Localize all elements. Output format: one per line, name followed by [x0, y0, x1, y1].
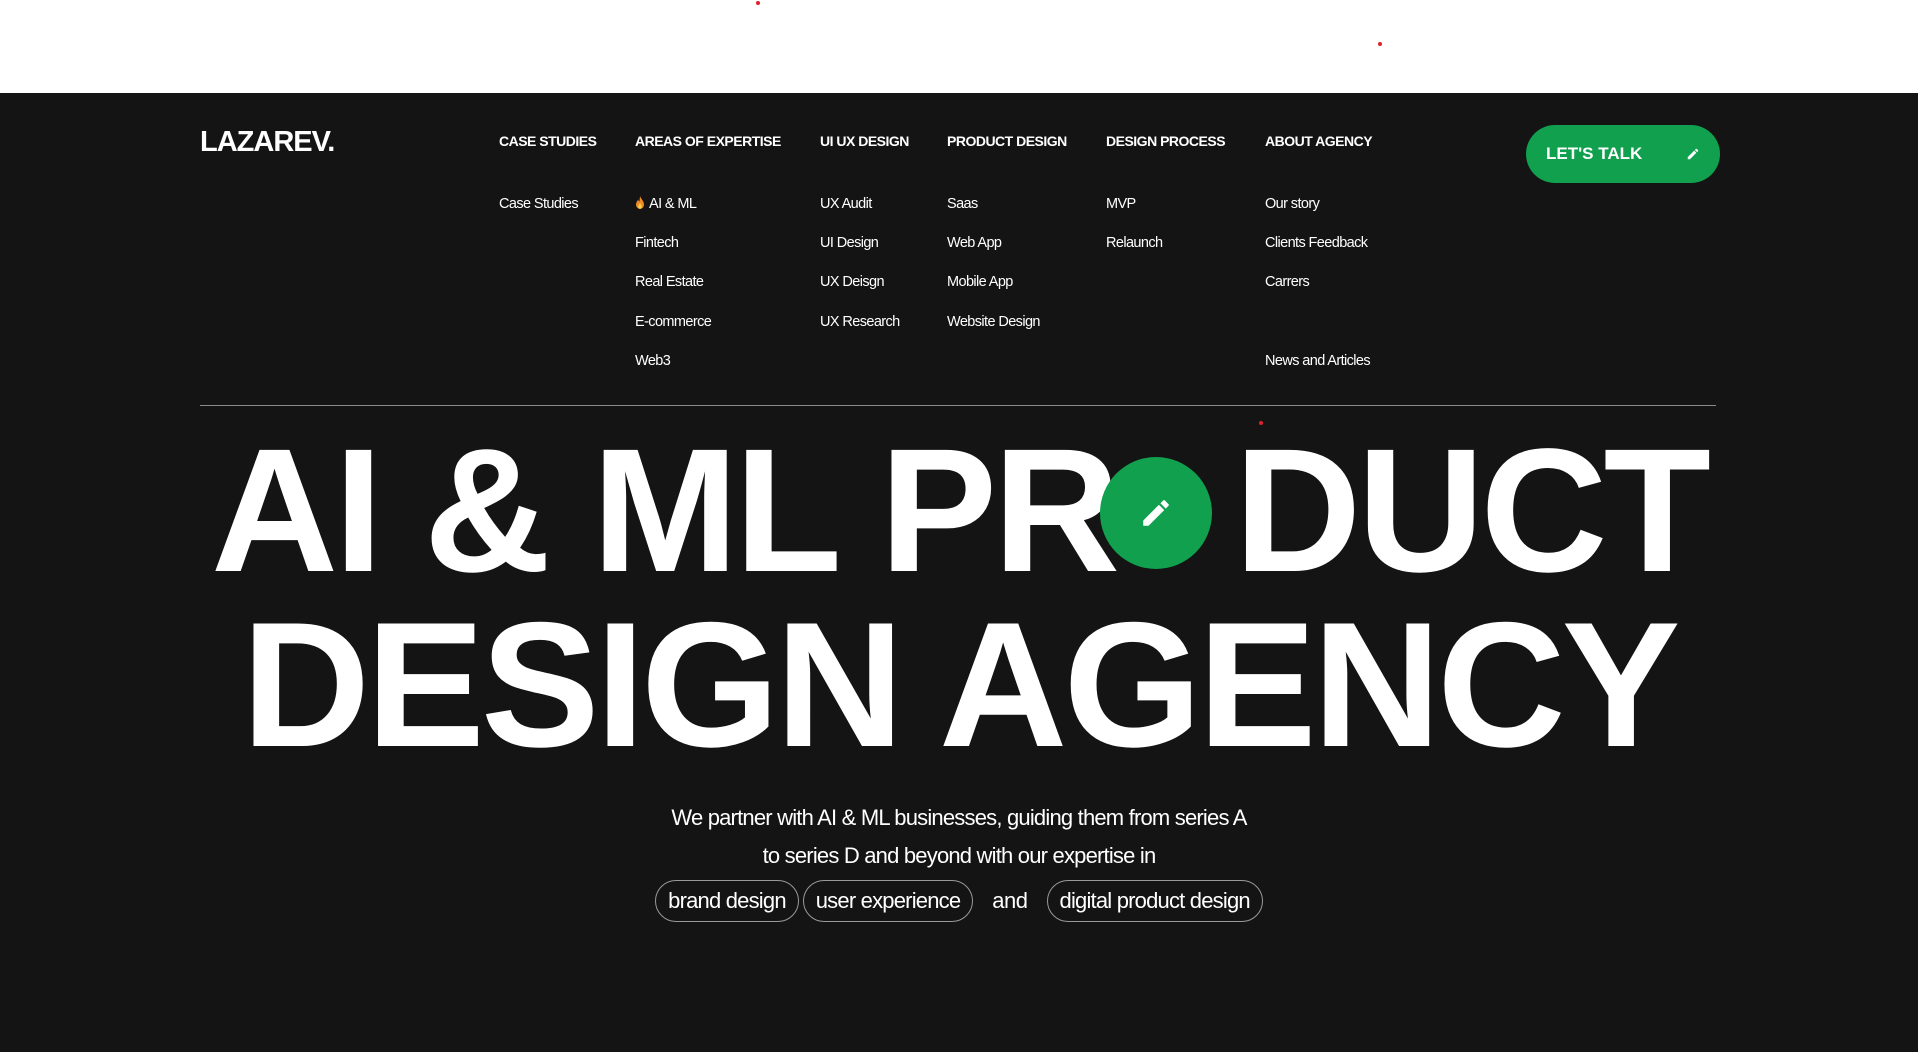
nav-link[interactable]: UI Design [820, 235, 879, 251]
nav-link[interactable]: Clients Feedback [1265, 235, 1368, 251]
nav-link[interactable]: Carrers [1265, 274, 1310, 290]
top-blank-area [0, 0, 1918, 93]
flame-icon [636, 196, 644, 209]
pencil-icon [1687, 148, 1699, 160]
hero-pencil-badge[interactable] [1100, 457, 1212, 569]
chip-user-experience[interactable]: user experience [802, 880, 974, 922]
hero-title-line-1: AI & ML PR DUCT [0, 423, 1918, 599]
lets-talk-button[interactable]: LET'S TALK [1526, 125, 1720, 183]
nav-link[interactable]: Relaunch [1106, 235, 1163, 251]
nav-column-areas-of-expertise: AREAS OF EXPERTISE AI & ML Fintech Real … [635, 133, 781, 369]
expertise-chips: brand design user experience and digital… [0, 880, 1918, 922]
nav-link[interactable]: News and Articles [1265, 353, 1371, 369]
nav-link[interactable]: Web3 [635, 353, 671, 369]
logo[interactable]: LAZAREV. [200, 126, 335, 159]
nav-heading-product-design[interactable]: PRODUCT DESIGN [947, 133, 1067, 149]
nav-link-ai-ml[interactable]: AI & ML [635, 196, 697, 212]
pencil-icon [1143, 500, 1169, 526]
nav-link[interactable]: MVP [1106, 196, 1136, 212]
nav-link[interactable]: UX Deisgn [820, 274, 885, 290]
nav-heading-ui-ux-design[interactable]: UI UX DESIGN [820, 133, 909, 149]
tagline-line-2: to series D and beyond with our expertis… [762, 843, 1157, 868]
nav-link[interactable]: Mobile App [947, 274, 1013, 290]
red-marker-dot [1378, 42, 1382, 46]
nav-heading-case-studies[interactable]: CASE STUDIES [499, 133, 597, 149]
hero-title-part: DUCT [1234, 413, 1711, 609]
hero-section: LAZAREV. CASE STUDIES Case Studies AREAS… [0, 93, 1918, 1052]
chip-digital-product-design[interactable]: digital product design [1046, 880, 1263, 922]
nav-divider [200, 405, 1716, 406]
nav-link-label: AI & ML [649, 196, 697, 212]
nav-link[interactable]: Real Estate [635, 274, 704, 290]
hero-title-line-2: DESIGN AGENCY [241, 585, 1681, 784]
nav-link[interactable]: UX Audit [820, 196, 872, 212]
tagline-line-1: We partner with AI & ML businesses, guid… [671, 805, 1247, 830]
nav-link[interactable]: Our story [1265, 196, 1320, 212]
nav-column-product-design: PRODUCT DESIGN Saas Web App Mobile App W… [947, 133, 1067, 330]
nav-column-ui-ux-design: UI UX DESIGN UX Audit UI Design UX Deisg… [820, 133, 909, 330]
nav-heading-areas-of-expertise[interactable]: AREAS OF EXPERTISE [635, 133, 781, 149]
red-marker-dot [756, 1, 760, 5]
nav-column-about-agency: ABOUT AGENCY Our story Clients Feedback … [1265, 133, 1373, 369]
nav-link[interactable]: UX Research [820, 314, 900, 330]
lets-talk-label: LET'S TALK [1546, 144, 1643, 163]
chip-connector: and [992, 888, 1028, 913]
nav-link[interactable]: Fintech [635, 235, 679, 251]
nav-link[interactable]: Saas [947, 196, 978, 212]
nav-column-case-studies: CASE STUDIES Case Studies [499, 133, 597, 212]
nav-column-design-process: DESIGN PROCESS MVP Relaunch [1106, 133, 1226, 251]
nav-link[interactable]: E-commerce [635, 314, 712, 330]
chip-brand-design[interactable]: brand design [655, 880, 799, 922]
nav-heading-design-process[interactable]: DESIGN PROCESS [1106, 133, 1226, 149]
nav-heading-about-agency[interactable]: ABOUT AGENCY [1265, 133, 1373, 149]
nav-link[interactable]: Website Design [947, 314, 1040, 330]
nav-link[interactable]: Web App [947, 235, 1002, 251]
hero-title-part: AI & ML PR [210, 413, 1120, 609]
nav-link[interactable]: Case Studies [499, 196, 579, 212]
